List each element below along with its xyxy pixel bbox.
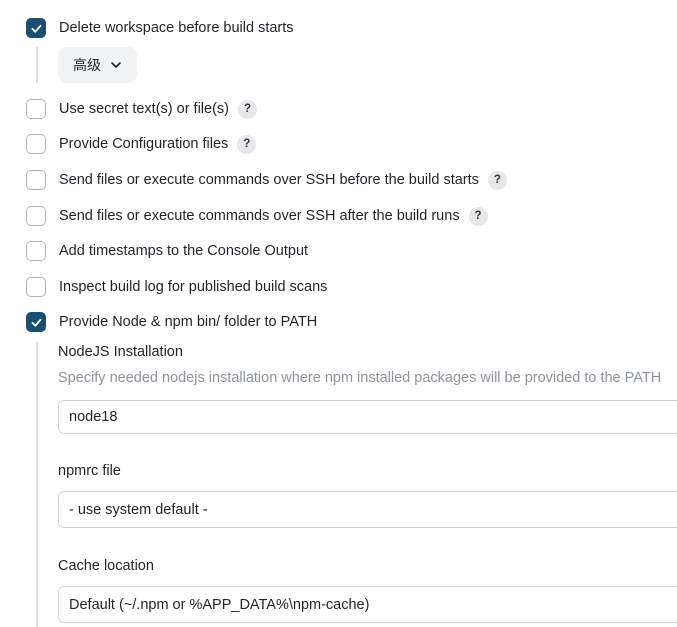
- npmrc-file-value: - use system default -: [69, 501, 208, 518]
- npmrc-file-label: npmrc file: [58, 463, 121, 479]
- delete-workspace-label: Delete workspace before build starts: [59, 20, 294, 36]
- advanced-section-rule: [36, 47, 38, 83]
- cache-location-value: Default (~/.npm or %APP_DATA%\npm-cache): [69, 596, 370, 613]
- checkmark-icon: [31, 318, 41, 327]
- timestamps-checkbox[interactable]: [26, 241, 46, 261]
- nodejs-installation-description: Specify needed nodejs installation where…: [58, 370, 662, 386]
- nodejs-installation-label: NodeJS Installation: [58, 344, 183, 360]
- secret-text-checkbox[interactable]: [26, 99, 46, 119]
- option-delete-workspace[interactable]: Delete workspace before build starts: [26, 17, 294, 39]
- inspect-build-log-checkbox[interactable]: [26, 277, 46, 297]
- nodejs-installation-value: node18: [69, 409, 118, 425]
- provide-node-checkbox[interactable]: [26, 312, 46, 332]
- cache-location-label: Cache location: [58, 558, 154, 574]
- inspect-build-log-label: Inspect build log for published build sc…: [59, 279, 328, 295]
- ssh-before-checkbox[interactable]: [26, 170, 46, 190]
- ssh-after-checkbox[interactable]: [26, 206, 46, 226]
- option-config-files[interactable]: Provide Configuration files ?: [26, 133, 257, 155]
- advanced-button-label: 高级: [73, 57, 101, 73]
- nodejs-section-rule: [36, 342, 38, 627]
- npmrc-file-select[interactable]: - use system default -: [58, 491, 677, 528]
- option-secret-text[interactable]: Use secret text(s) or file(s) ?: [26, 98, 257, 120]
- config-files-label: Provide Configuration files: [59, 136, 229, 152]
- secret-text-label: Use secret text(s) or file(s): [59, 101, 229, 117]
- help-icon[interactable]: ?: [468, 206, 488, 226]
- advanced-button[interactable]: 高级: [58, 47, 137, 83]
- option-ssh-after[interactable]: Send files or execute commands over SSH …: [26, 205, 488, 227]
- timestamps-label: Add timestamps to the Console Output: [59, 243, 309, 259]
- option-ssh-before[interactable]: Send files or execute commands over SSH …: [26, 169, 507, 191]
- option-inspect-build-log[interactable]: Inspect build log for published build sc…: [26, 276, 327, 298]
- provide-node-label: Provide Node & npm bin/ folder to PATH: [59, 314, 318, 330]
- ssh-after-label: Send files or execute commands over SSH …: [59, 208, 460, 224]
- help-icon[interactable]: ?: [238, 99, 257, 119]
- checkmark-icon: [31, 24, 41, 33]
- ssh-before-label: Send files or execute commands over SSH …: [59, 172, 479, 188]
- help-icon[interactable]: ?: [487, 170, 507, 190]
- nodejs-installation-select[interactable]: node18: [58, 400, 677, 434]
- help-icon[interactable]: ?: [237, 134, 257, 154]
- option-timestamps[interactable]: Add timestamps to the Console Output: [26, 240, 308, 262]
- cache-location-select[interactable]: Default (~/.npm or %APP_DATA%\npm-cache): [58, 586, 677, 623]
- chevron-down-icon: [111, 62, 121, 68]
- option-provide-node[interactable]: Provide Node & npm bin/ folder to PATH: [26, 311, 317, 333]
- delete-workspace-checkbox[interactable]: [26, 18, 46, 38]
- config-files-checkbox[interactable]: [26, 134, 46, 154]
